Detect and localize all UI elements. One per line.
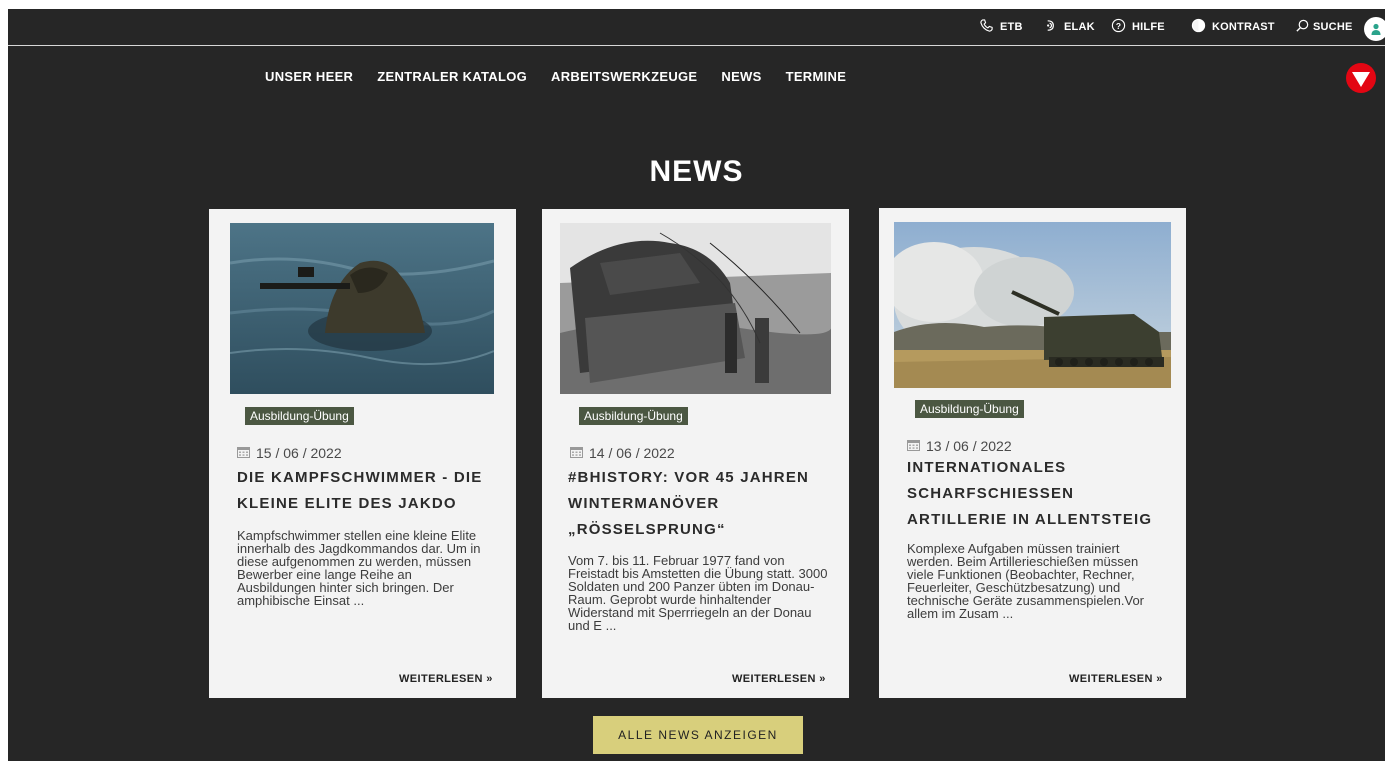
contrast-icon	[1191, 18, 1206, 36]
all-news-button[interactable]: ALLE NEWS ANZEIGEN	[593, 716, 803, 754]
user-icon	[1371, 23, 1381, 35]
page-frame: ETB ELAK ? HILFE KONTRAST SUCHE UNSER HE…	[8, 9, 1385, 761]
news-excerpt: Vom 7. bis 11. Februar 1977 fand von Fre…	[568, 553, 828, 633]
help-label: HILFE	[1132, 21, 1165, 33]
search-label: SUCHE	[1313, 21, 1353, 33]
help-link[interactable]: ? HILFE	[1111, 9, 1165, 45]
category-tag[interactable]: Ausbildung-Übung	[915, 400, 1024, 418]
bundesheer-logo[interactable]	[1345, 62, 1377, 94]
news-image-kampfschwimmer[interactable]	[230, 223, 494, 394]
nav-item-arbeitswerkzeuge[interactable]: ARBEITSWERKZEUGE	[551, 69, 697, 84]
calendar-icon	[907, 438, 920, 454]
news-excerpt: Komplexe Aufgaben müssen trainiert werde…	[907, 541, 1145, 621]
help-icon: ?	[1111, 18, 1126, 36]
nav-item-zentraler-katalog[interactable]: ZENTRALER KATALOG	[377, 69, 527, 84]
news-headline[interactable]: #BHISTORY: VOR 45 JAHREN WINTERMANÖVER „…	[568, 465, 838, 543]
elak-label: ELAK	[1064, 21, 1095, 33]
calendar-icon	[237, 445, 250, 461]
date-text: 13 / 06 / 2022	[926, 438, 1012, 454]
news-excerpt: Kampfschwimmer stellen eine kleine Elite…	[237, 528, 481, 608]
contrast-label: KONTRAST	[1212, 21, 1275, 33]
search-link[interactable]: SUCHE	[1295, 9, 1353, 45]
svg-text:?: ?	[1116, 21, 1121, 31]
news-date: 13 / 06 / 2022	[907, 438, 1012, 454]
utility-bar: ETB ELAK ? HILFE KONTRAST SUCHE	[8, 9, 1385, 46]
news-card[interactable]: Ausbildung-Übung 13 / 06 / 2022 INTERNAT…	[879, 208, 1186, 698]
nav-item-termine[interactable]: TERMINE	[786, 69, 847, 84]
news-image-roesselsprung[interactable]	[560, 223, 831, 394]
read-more-link[interactable]: WEITERLESEN »	[732, 673, 826, 685]
elak-icon	[1043, 18, 1058, 36]
read-more-link[interactable]: WEITERLESEN »	[399, 673, 493, 685]
news-date: 14 / 06 / 2022	[570, 445, 675, 461]
calendar-icon	[570, 445, 583, 461]
phone-icon	[979, 18, 994, 36]
news-card[interactable]: Ausbildung-Übung 14 / 06 / 2022 #BHISTOR…	[542, 209, 849, 698]
etb-label: ETB	[1000, 21, 1023, 33]
news-date: 15 / 06 / 2022	[237, 445, 342, 461]
date-text: 14 / 06 / 2022	[589, 445, 675, 461]
section-title: NEWS	[649, 155, 744, 188]
nav-item-news[interactable]: NEWS	[721, 69, 761, 84]
news-card[interactable]: Ausbildung-Übung 15 / 06 / 2022 DIE KAMP…	[209, 209, 516, 698]
news-image-artillerie[interactable]	[894, 222, 1171, 388]
category-tag[interactable]: Ausbildung-Übung	[245, 407, 354, 425]
news-headline[interactable]: DIE KAMPFSCHWIMMER - DIE KLEINE ELITE DE…	[237, 465, 505, 517]
main-nav: UNSER HEER ZENTRALER KATALOG ARBEITSWERK…	[265, 69, 846, 84]
user-avatar[interactable]	[1364, 17, 1385, 41]
date-text: 15 / 06 / 2022	[256, 445, 342, 461]
search-icon	[1295, 18, 1310, 36]
elak-link[interactable]: ELAK	[1043, 9, 1095, 45]
etb-link[interactable]: ETB	[979, 9, 1023, 45]
news-headline[interactable]: INTERNATIONALES SCHARFSCHIESSEN ARTILLER…	[907, 455, 1172, 533]
contrast-toggle[interactable]: KONTRAST	[1191, 9, 1275, 45]
category-tag[interactable]: Ausbildung-Übung	[579, 407, 688, 425]
nav-item-unser-heer[interactable]: UNSER HEER	[265, 69, 353, 84]
read-more-link[interactable]: WEITERLESEN »	[1069, 673, 1163, 685]
